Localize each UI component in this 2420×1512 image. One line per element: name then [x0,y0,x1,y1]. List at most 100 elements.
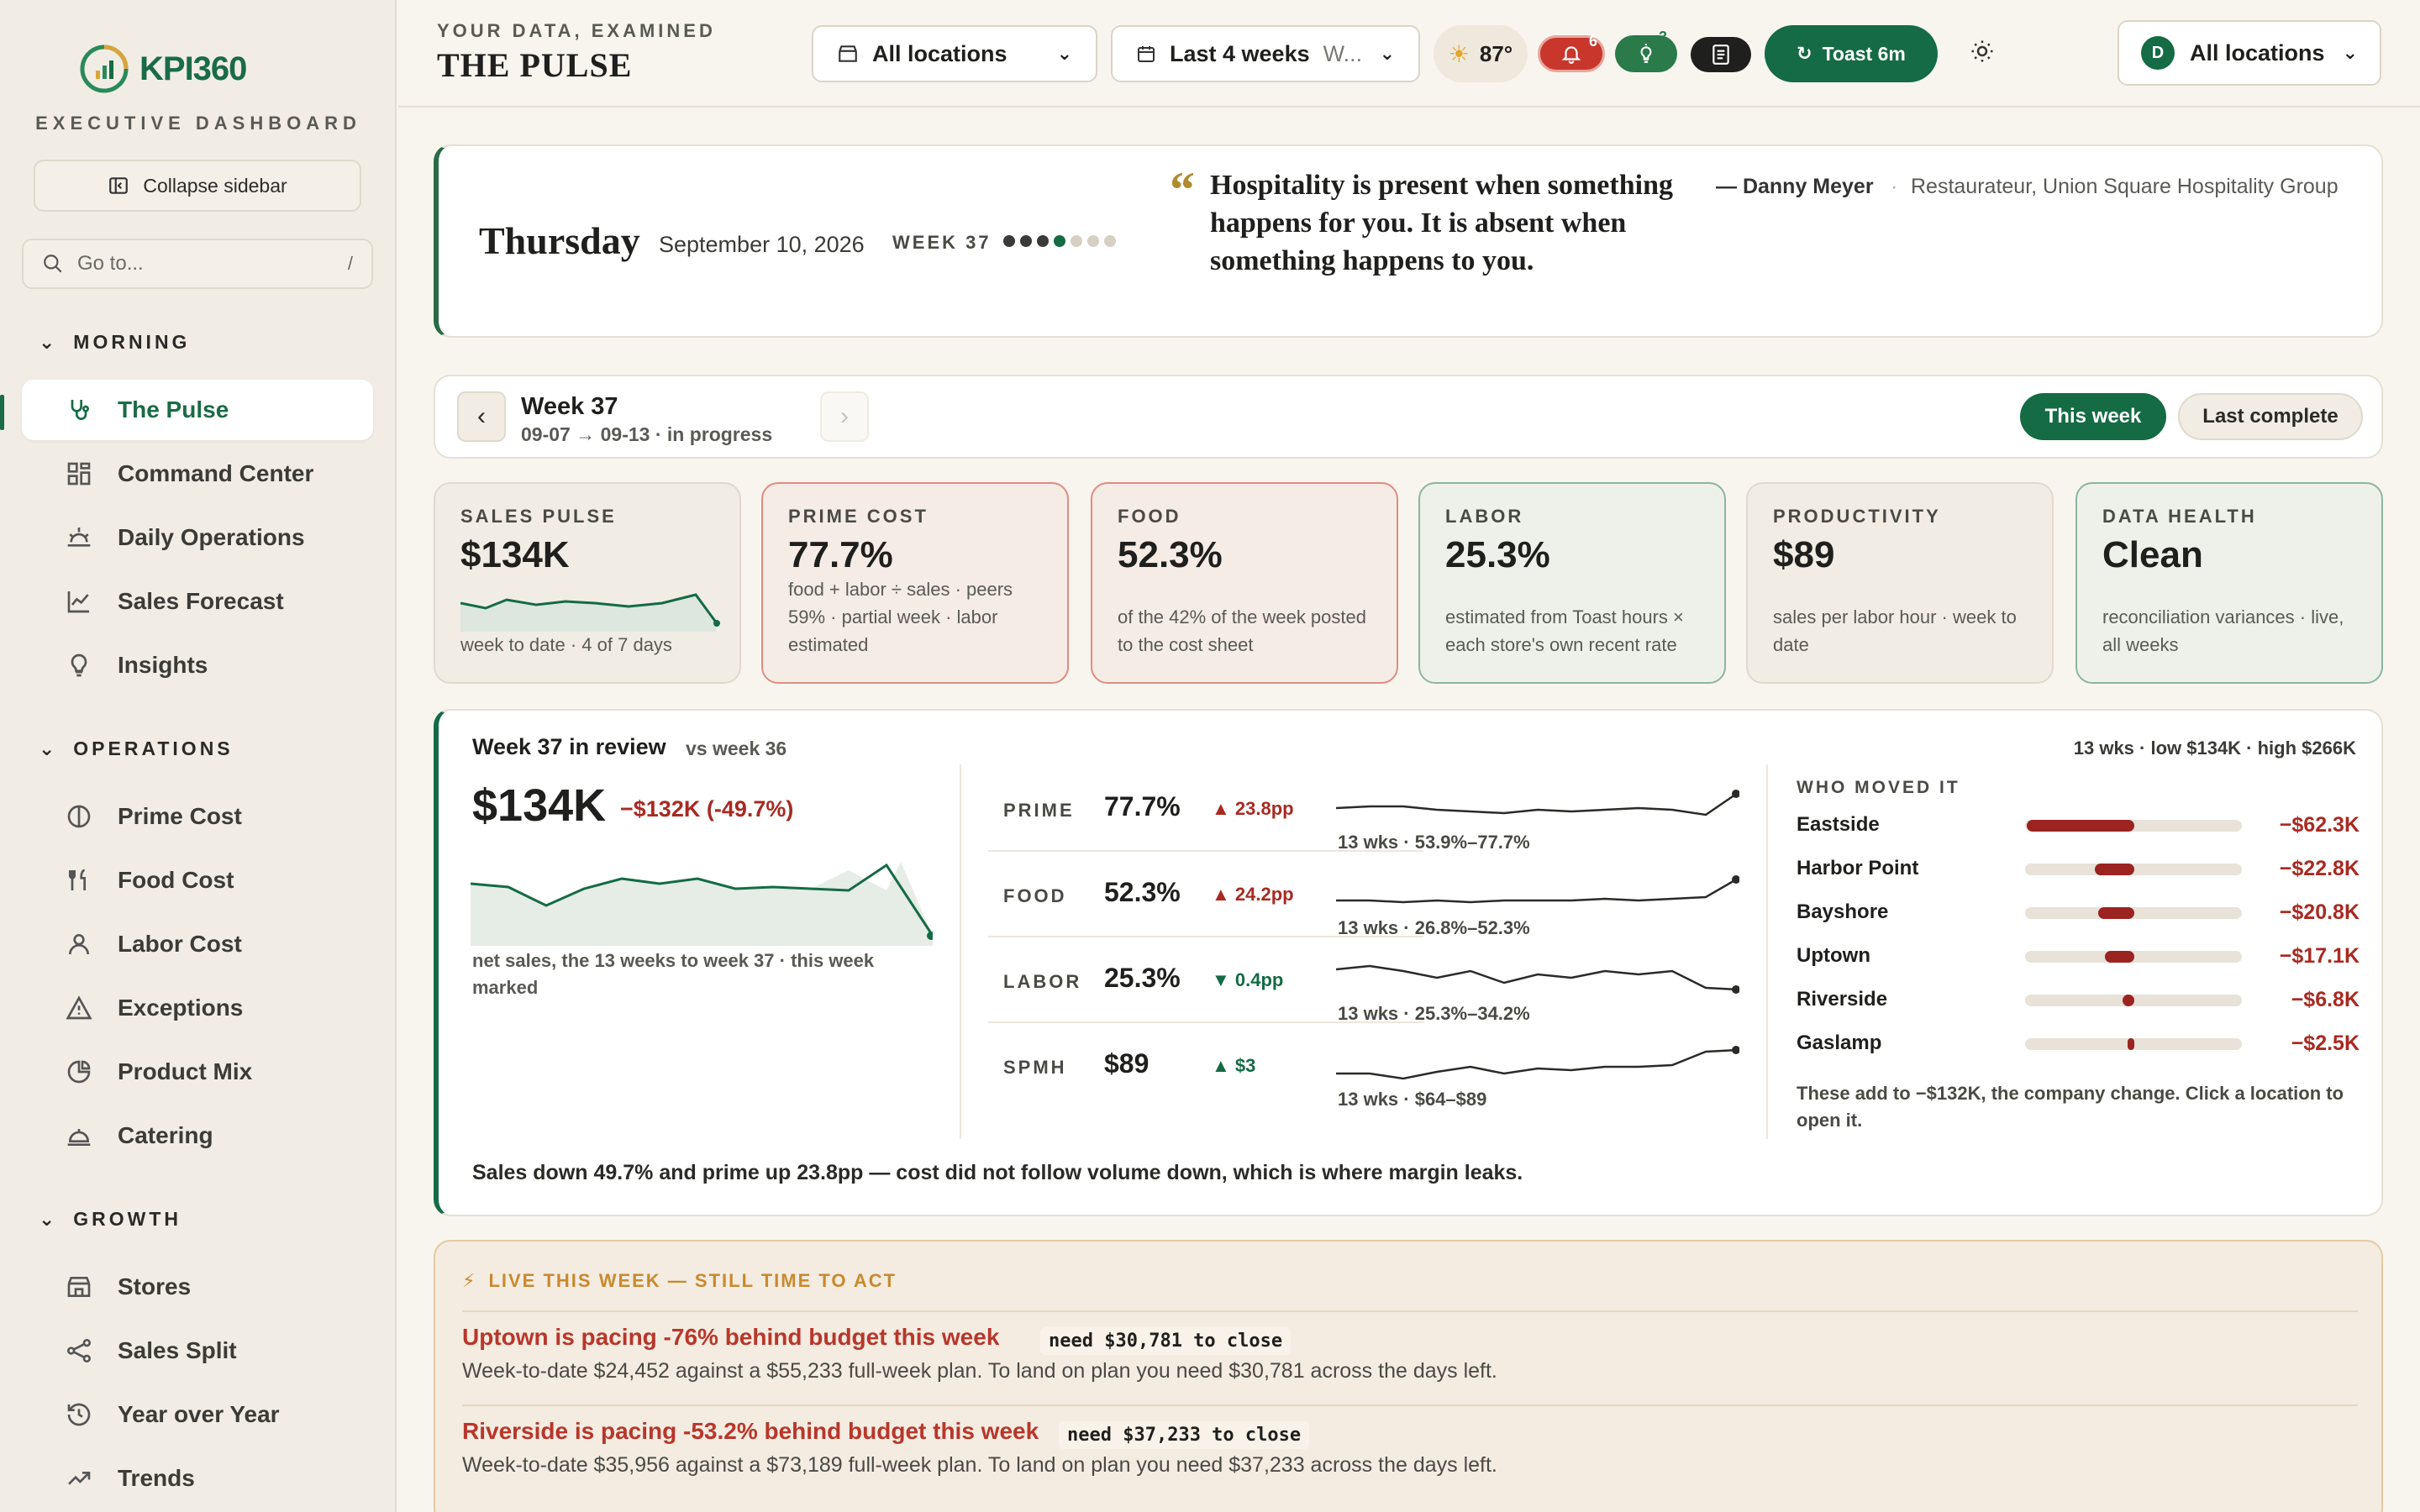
kpi-description: week to date · 4 of 7 days [460,634,672,655]
prime-range: 13 wks · 53.9%–77.7% [1338,832,1530,853]
mover-bar-track [2025,864,2242,875]
mover-value: −$2.5K [2291,1032,2360,1055]
refresh-icon: ↻ [1797,43,1812,64]
nav-section-label: OPERATIONS [73,738,234,759]
insights-button[interactable]: 3 [1615,29,1677,72]
week-day-dot [1003,235,1015,247]
mover-row[interactable]: Harbor Point −$22.8K [1797,852,2360,885]
sidebar-item-trends[interactable]: Trends [22,1448,373,1509]
sidebar-item-sales-forecast[interactable]: Sales Forecast [22,571,373,632]
sidebar-item-exceptions[interactable]: Exceptions [22,978,373,1038]
store-icon [839,45,857,62]
week-progress-dots [1003,235,1116,247]
sidebar-item-daily-operations[interactable]: Daily Operations [22,507,373,568]
spmh-range: 13 wks · $64–$89 [1338,1089,1487,1110]
need-amount-badge: need $30,781 to close [1040,1327,1292,1355]
week-navigator: ‹ Week 37 09-07 → 09-13 · in progress › … [434,375,2383,459]
nav-section-morning[interactable]: ⌄ MORNING [39,331,190,354]
nav-section-growth[interactable]: ⌄ GROWTH [39,1208,182,1231]
alert-description: Week-to-date $35,956 against a $73,189 f… [462,1453,1497,1477]
divider [462,1310,2358,1312]
sidebar-item-catering[interactable]: Catering [22,1105,373,1166]
location-filter-dropdown[interactable]: All locations ⌄ [812,25,1097,82]
mover-name: Bayshore [1797,900,1889,923]
nav-section-label: GROWTH [73,1208,182,1230]
report-button[interactable] [1691,37,1751,72]
mover-bar-track [2025,951,2242,963]
kpi-data-health[interactable]: DATA HEALTH Clean reconciliation varianc… [2075,482,2383,684]
brand-logo[interactable]: KPI360 [77,42,247,96]
chevron-right-icon: › [840,402,849,430]
net-sales-delta: −$132K (-49.7%) [620,796,794,822]
bell-icon [1561,46,1581,64]
sidebar-item-label: Prime Cost [118,803,242,829]
sidebar-item-product-mix[interactable]: Product Mix [22,1042,373,1102]
sidebar-item-insights[interactable]: Insights [22,635,373,696]
logo-icon [80,45,129,93]
kpi-food[interactable]: FOOD 52.3% of the 42% of the week posted… [1091,482,1398,684]
mover-bar [2095,864,2134,875]
this-week-button[interactable]: This week [2020,393,2166,440]
sun-outline-icon [1971,40,1993,62]
mover-row[interactable]: Bayshore −$20.8K [1797,895,2360,929]
metric-value: 77.7% [1104,791,1181,822]
history-icon [67,1403,91,1426]
review-range: 13 wks · low $134K · high $266K [2073,738,2356,759]
theme-toggle-button[interactable] [1970,39,1995,68]
period-filter-dropdown[interactable]: Last 4 weeks W... ⌄ [1111,25,1420,82]
chevron-down-icon: ⌄ [39,331,59,353]
mover-row[interactable]: Riverside −$6.8K [1797,983,2360,1016]
sidebar-item-food-cost[interactable]: Food Cost [22,850,373,911]
metric-delta: ▼ 0.4pp [1212,969,1284,990]
collapse-sidebar-button[interactable]: Collapse sidebar [34,160,361,212]
sidebar-item-stores[interactable]: Stores [22,1257,373,1317]
mover-row[interactable]: Uptown −$17.1K [1797,939,2360,973]
line-chart-icon [67,591,89,613]
alerts-count-badge: 6 [1589,33,1598,50]
metric-label: PRIME [1003,800,1075,821]
storefront-icon [67,1277,91,1297]
alert-title-uptown[interactable]: Uptown is pacing -76% behind budget this… [462,1324,999,1351]
next-week-button[interactable]: › [820,391,869,442]
mover-bar-track [2025,820,2242,832]
sidebar-item-labor-cost[interactable]: Labor Cost [22,914,373,974]
weather-widget[interactable]: ☀ 87° [1434,25,1528,82]
review-title: Week 37 in review [472,734,666,759]
mover-row[interactable]: Eastside −$62.3K [1797,808,2360,842]
goto-search-input[interactable]: Go to... / [22,239,373,289]
kpi-label: LABOR [1445,506,1524,527]
nav-section-operations[interactable]: ⌄ OPERATIONS [39,738,234,760]
toast-sync-button[interactable]: ↻ Toast 6m [1765,25,1938,82]
previous-week-button[interactable]: ‹ [457,391,506,442]
kpi-description: food + labor ÷ sales · peers 59% · parti… [788,579,1013,655]
brand-name: KPI360 [139,50,247,87]
goto-placeholder: Go to... [77,252,144,275]
sidebar-item-label: Insights [118,652,208,678]
account-location-dropdown[interactable]: D All locations ⌄ [2118,20,2381,86]
sidebar-item-year-over-year[interactable]: Year over Year [22,1384,373,1445]
quote-mark-icon: “ [1170,162,1195,218]
sidebar-item-label: Sales Split [118,1337,237,1363]
mover-row[interactable]: Gaslamp −$2.5K [1797,1026,2360,1060]
lightbulb-icon [1640,44,1652,63]
sidebar-item-sales-split[interactable]: Sales Split [22,1320,373,1381]
alerts-button[interactable]: 6 [1538,33,1605,72]
kpi-productivity[interactable]: PRODUCTIVITY $89 sales per labor hour · … [1746,482,2054,684]
net-sales-13wk-chart [471,862,933,946]
toast-sync-label: Toast 6m [1822,42,1906,65]
metric-value: $89 [1104,1048,1150,1079]
today-day: Thursday [479,219,640,262]
labor-range: 13 wks · 25.3%–34.2% [1338,1003,1530,1024]
sidebar-item-the-pulse[interactable]: The Pulse [22,380,373,440]
kpi-prime-cost[interactable]: PRIME COST 77.7% food + labor ÷ sales · … [761,482,1069,684]
sidebar-item-command-center[interactable]: Command Center [22,444,373,504]
nav-section-label: MORNING [73,331,191,353]
kpi-sales-pulse[interactable]: SALES PULSE $134K week to date · 4 of 7 … [434,482,741,684]
kpi-labor[interactable]: LABOR 25.3% estimated from Toast hours ×… [1418,482,1726,684]
mover-value: −$17.1K [2279,944,2360,968]
sun-icon: ☀ [1448,40,1470,67]
review-comparison: vs week 36 [686,738,787,759]
sidebar-item-prime-cost[interactable]: Prime Cost [22,786,373,847]
alert-title-riverside[interactable]: Riverside is pacing -53.2% behind budget… [462,1418,1039,1445]
last-complete-button[interactable]: Last complete [2178,393,2363,440]
